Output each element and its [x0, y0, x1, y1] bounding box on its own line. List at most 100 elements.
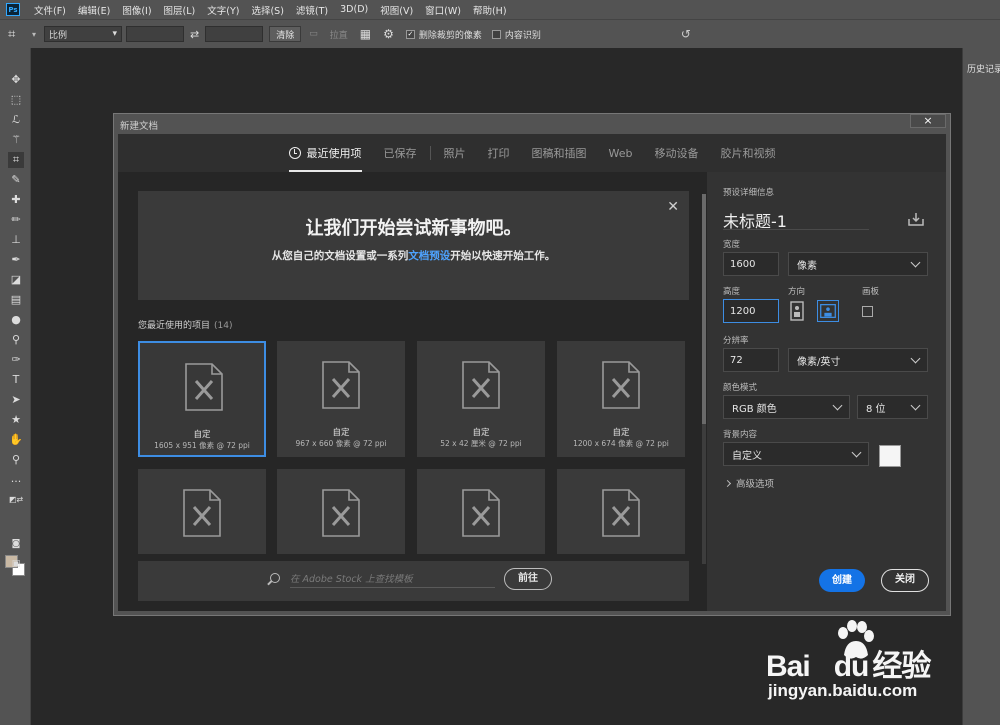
tab-saved[interactable]: 已保存: [384, 134, 417, 172]
recent-item-card[interactable]: [138, 469, 266, 554]
bit-depth-select[interactable]: 8 位: [857, 395, 928, 419]
menu-window[interactable]: 窗口(W): [425, 3, 461, 17]
brush-tool-icon[interactable]: ✏: [8, 212, 24, 228]
portrait-orientation-icon[interactable]: [786, 300, 808, 322]
recent-item-card[interactable]: 自定 52 x 42 厘米 @ 72 ppi: [417, 341, 545, 457]
recent-item-card[interactable]: [417, 469, 545, 554]
gradient-tool-icon[interactable]: ▤: [8, 292, 24, 308]
menu-layer[interactable]: 图层(L): [164, 3, 196, 17]
menu-type[interactable]: 文字(Y): [207, 3, 239, 17]
eraser-tool-icon[interactable]: ◪: [8, 272, 24, 288]
recent-items-scrollbar[interactable]: [702, 194, 706, 564]
menu-help[interactable]: 帮助(H): [473, 3, 507, 17]
screen-mode-icon[interactable]: ▣: [8, 556, 24, 572]
recent-item-card[interactable]: [277, 469, 405, 554]
dialog-close-button[interactable]: ×: [910, 114, 946, 128]
healing-brush-tool-icon[interactable]: ✚: [8, 192, 24, 208]
height-label: 高度: [723, 287, 741, 297]
recent-items-count: (14): [214, 321, 233, 331]
width-input[interactable]: 1600: [723, 252, 779, 276]
type-tool-icon[interactable]: T: [8, 372, 24, 388]
menu-filter[interactable]: 滤镜(T): [296, 3, 328, 17]
artboard-checkbox[interactable]: [862, 306, 873, 317]
tab-film-video[interactable]: 胶片和视频: [720, 134, 775, 172]
tab-photo[interactable]: 照片: [444, 134, 466, 172]
hand-tool-icon[interactable]: ✋: [8, 432, 24, 448]
delete-cropped-checkbox[interactable]: ✓ 删除裁剪的像素: [405, 28, 482, 41]
menu-file[interactable]: 文件(F): [34, 3, 66, 17]
menu-select[interactable]: 选择(S): [251, 3, 283, 17]
overlay-grid-icon[interactable]: ▦: [360, 27, 371, 41]
ratio-width-input[interactable]: [126, 26, 185, 42]
tab-divider: [429, 146, 431, 160]
menu-image[interactable]: 图像(I): [122, 3, 151, 17]
stock-search-input[interactable]: 在 Adobe Stock 上查找模板: [290, 571, 495, 588]
swap-colors-icon[interactable]: ◩⇄: [8, 492, 24, 508]
menu-view[interactable]: 视图(V): [380, 3, 413, 17]
recent-item-card[interactable]: 自定 1200 x 674 像素 @ 72 ppi: [557, 341, 685, 457]
marquee-tool-icon[interactable]: ⬚: [8, 92, 24, 108]
create-button[interactable]: 创建: [819, 569, 865, 592]
tab-art-illustration[interactable]: 图稿和插图: [532, 134, 587, 172]
tab-recent[interactable]: 最近使用项: [288, 134, 362, 172]
watermark-cn: 经验: [872, 650, 931, 683]
quick-mask-icon[interactable]: ◙: [8, 536, 24, 552]
banner-subtitle-start: 从您自己的文档设置或一系列: [271, 250, 409, 262]
eyedropper-tool-icon[interactable]: ✎: [8, 172, 24, 188]
magic-wand-tool-icon[interactable]: ⚚: [8, 132, 24, 148]
history-brush-tool-icon[interactable]: ✒: [8, 252, 24, 268]
resolution-input[interactable]: 72: [723, 348, 779, 372]
recent-item-card[interactable]: [557, 469, 685, 554]
crop-tool-icon[interactable]: ⌗: [8, 152, 24, 168]
recent-item-card[interactable]: 自定 967 x 660 像素 @ 72 ppi: [277, 341, 405, 457]
background-contents-select[interactable]: 自定义: [723, 442, 869, 466]
recent-item-card[interactable]: 自定 1605 x 951 像素 @ 72 ppi: [138, 341, 266, 457]
clone-stamp-tool-icon[interactable]: ⊥: [8, 232, 24, 248]
shape-tool-icon[interactable]: ★: [8, 412, 24, 428]
delete-cropped-label: 删除裁剪的像素: [418, 30, 482, 41]
document-name-input[interactable]: 未标题-1: [723, 208, 869, 231]
pen-tool-icon[interactable]: ✑: [8, 352, 24, 368]
dodge-tool-icon[interactable]: ⚲: [8, 332, 24, 348]
path-selection-tool-icon[interactable]: ➤: [8, 392, 24, 408]
save-preset-icon[interactable]: [908, 212, 924, 226]
banner-close-icon[interactable]: ✕: [667, 199, 679, 215]
height-input[interactable]: 1200: [723, 299, 779, 323]
zoom-tool-icon[interactable]: ⚲: [8, 452, 24, 468]
blur-tool-icon[interactable]: ●: [8, 312, 24, 328]
more-tools-icon[interactable]: ···: [8, 474, 24, 490]
background-color-swatch[interactable]: [879, 445, 901, 467]
move-tool-icon[interactable]: ✥: [8, 72, 24, 88]
scrollbar-thumb[interactable]: [702, 194, 706, 424]
resolution-unit-select[interactable]: 像素/英寸: [788, 348, 928, 372]
chevron-down-icon: ▾: [112, 29, 118, 39]
tab-print[interactable]: 打印: [488, 134, 510, 172]
reset-icon[interactable]: ↺: [681, 27, 691, 41]
tab-web[interactable]: Web: [609, 134, 633, 172]
document-presets-link[interactable]: 文档预设: [408, 250, 450, 262]
width-unit-select[interactable]: 像素: [788, 252, 928, 276]
menu-3d[interactable]: 3D(D): [340, 4, 368, 15]
ratio-height-input[interactable]: [205, 26, 264, 42]
menu-edit[interactable]: 编辑(E): [78, 3, 110, 17]
baidu-jingyan-watermark: Bai du 经验 jingyan.baidu.com: [766, 619, 956, 709]
recent-item-details: 1200 x 674 像素 @ 72 ppi: [573, 439, 669, 448]
gear-icon[interactable]: ⚙: [383, 27, 394, 41]
content-aware-checkbox[interactable]: 内容识别: [491, 28, 541, 41]
tab-mobile[interactable]: 移动设备: [654, 134, 698, 172]
clear-button[interactable]: 清除: [269, 26, 302, 42]
swap-icon[interactable]: ⇄: [190, 28, 199, 41]
history-panel-tab[interactable]: 历史记录: [967, 62, 1000, 75]
go-button[interactable]: 前往: [504, 568, 552, 590]
chevron-down-icon[interactable]: ▾: [32, 30, 36, 39]
color-mode-select[interactable]: RGB 颜色: [723, 395, 850, 419]
chevron-down-icon: [851, 447, 862, 457]
close-button[interactable]: 关闭: [881, 569, 929, 592]
bit-depth-value: 8 位: [866, 403, 886, 415]
lasso-tool-icon[interactable]: ℒ: [8, 112, 24, 128]
ratio-select[interactable]: 比例 ▾: [44, 26, 123, 42]
checkbox-unchecked-icon: [491, 29, 501, 39]
landscape-orientation-icon[interactable]: [817, 300, 839, 322]
crop-tool-icon[interactable]: ⌗: [8, 27, 32, 42]
advanced-options-toggle[interactable]: 高级选项: [723, 476, 774, 490]
